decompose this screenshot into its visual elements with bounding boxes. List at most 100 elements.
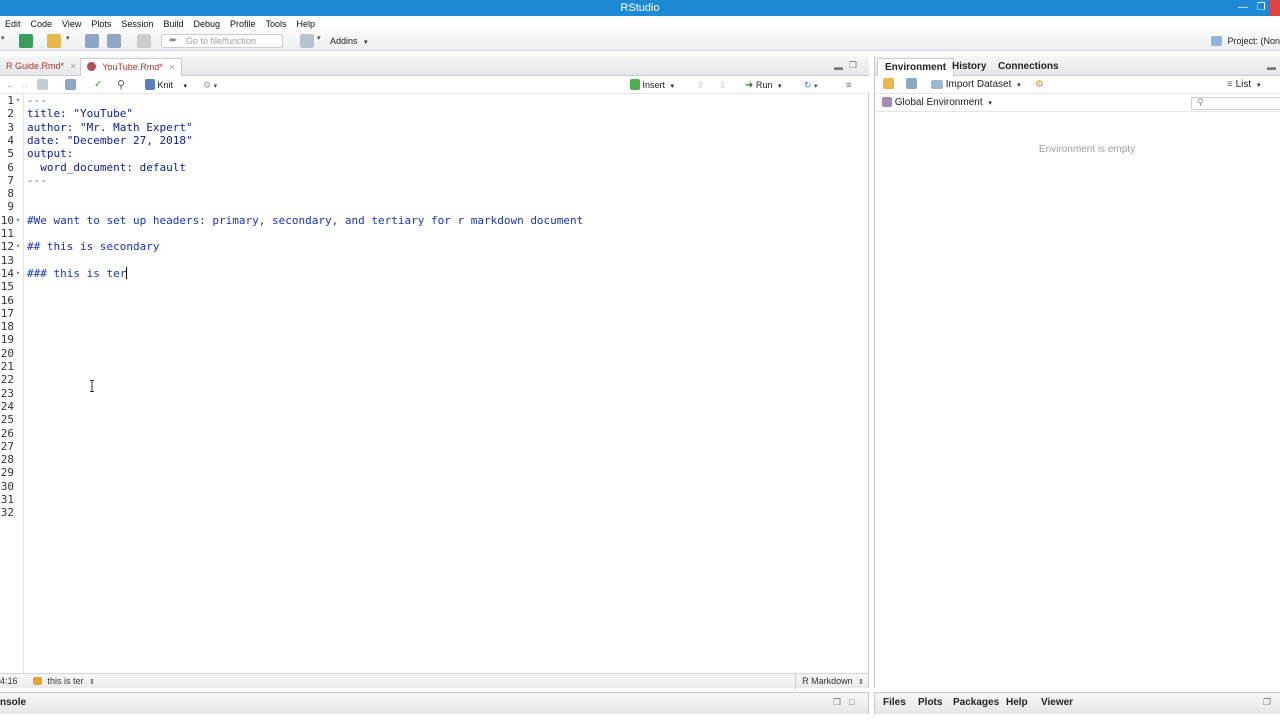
menu-profile[interactable]: Profile (225, 19, 261, 29)
line-gutter: 1 ▾ 2 3 4 5 6 7 8 9 10 ▾ 11 12 ▾ 13 14 ▾… (0, 94, 24, 673)
line-number: 22 (0, 373, 14, 387)
load-workspace-icon[interactable] (883, 76, 894, 94)
new-file-dropdown-icon[interactable]: ▾ (1, 34, 5, 42)
code-line-author: author: "Mr. Math Expert" (27, 120, 193, 134)
close-icon[interactable]: × (71, 61, 76, 71)
tab-viewer[interactable]: Viewer (1041, 697, 1073, 708)
document-outline-icon[interactable]: ≡ (846, 76, 851, 94)
code-line: --- (27, 173, 47, 187)
save-all-icon[interactable] (107, 34, 121, 48)
tab-youtube[interactable]: YouTube.Rmd* × (80, 58, 182, 76)
list-icon: ≡ (1227, 79, 1233, 90)
minimize-pane-icon[interactable]: ▬ (1267, 62, 1276, 72)
window-title: RStudio (620, 2, 660, 14)
restore-pane-icon[interactable]: ❐ (1263, 697, 1271, 708)
import-dropdown-icon: ▾ (1017, 82, 1021, 89)
tab-packages[interactable]: Packages (953, 697, 999, 708)
menu-build[interactable]: Build (158, 19, 188, 29)
menu-help[interactable]: Help (292, 19, 321, 29)
next-section-icon[interactable]: ⇩ (719, 76, 727, 94)
open-dropdown-icon[interactable]: ▾ (66, 34, 70, 42)
goto-placeholder: Go to file/function (186, 36, 257, 46)
rerun-icon[interactable]: ↻ ▾ (804, 76, 818, 94)
line-number: 1 (7, 94, 14, 107)
addins-menu[interactable]: Addins ▾ (330, 31, 368, 51)
tab-environment[interactable]: Environment (877, 58, 955, 76)
environment-search-input[interactable]: ⚲ (1191, 97, 1280, 110)
scope-dropdown-icon: ▾ (988, 100, 992, 107)
insert-chunk-button[interactable]: Insert ▾ (630, 76, 674, 94)
close-icon[interactable]: × (169, 62, 174, 72)
settings-gear-icon[interactable]: ⚙ ▾ (203, 76, 217, 94)
save-file-icon[interactable] (65, 76, 76, 94)
line-number: 15 (0, 280, 14, 294)
code-editor[interactable]: 1 ▾ 2 3 4 5 6 7 8 9 10 ▾ 11 12 ▾ 13 14 ▾… (0, 94, 868, 673)
clear-broom-icon[interactable]: ⚙ (1035, 76, 1044, 94)
line-number: 31 (0, 493, 14, 506)
main-toolbar: ▾ ▾ ➨ Go to file/function ▾ Addins ▾ Pro… (0, 31, 1280, 51)
line-number: 10 (0, 213, 14, 227)
goto-file-input[interactable]: ➨ Go to file/function (161, 34, 283, 48)
print-icon[interactable] (137, 34, 151, 48)
menu-debug[interactable]: Debug (188, 19, 225, 29)
tab-files[interactable]: Files (883, 697, 906, 708)
tab-label: YouTube.Rmd* (102, 62, 163, 72)
global-environment-selector[interactable]: Global Environment ▾ (882, 94, 992, 113)
restore-pane-icon[interactable]: ❐ (833, 697, 841, 708)
spellcheck-icon[interactable]: ✓ (94, 76, 102, 94)
new-project-icon[interactable] (19, 34, 33, 48)
minimize-icon[interactable]: — (1234, 0, 1252, 16)
console-bar[interactable]: nsole ❐ □ (0, 692, 869, 714)
fold-arrow-icon[interactable]: ▾ (16, 214, 20, 227)
line-number: 18 (0, 320, 14, 334)
tab-history[interactable]: History (945, 58, 993, 76)
tab-plots[interactable]: Plots (918, 697, 942, 708)
save-icon[interactable] (85, 34, 99, 48)
knit-label: Knit (157, 80, 174, 90)
menubar: Edit Code View Plots Session Build Debug… (0, 16, 1280, 31)
line-number: 19 (0, 333, 14, 347)
restore-icon[interactable]: ❐ (1252, 0, 1270, 16)
menu-tools[interactable]: Tools (261, 19, 292, 29)
menu-plots[interactable]: Plots (86, 19, 116, 29)
line-number: 9 (7, 200, 14, 214)
prev-section-icon[interactable]: ⇧ (697, 76, 705, 94)
line-number: 2 (7, 107, 14, 121)
layout-dropdown-icon[interactable]: ▾ (317, 34, 321, 42)
back-icon[interactable]: ← (6, 76, 15, 94)
import-dataset-button[interactable]: Import Dataset ▾ (931, 76, 1021, 95)
tab-connections[interactable]: Connections (991, 58, 1066, 76)
empty-environment-message: Environment is empty (1038, 144, 1136, 155)
forward-icon[interactable]: → (20, 76, 29, 94)
menu-edit[interactable]: Edit (0, 19, 26, 29)
find-replace-icon[interactable]: ⚲ (117, 76, 125, 94)
line-number: 32 (0, 506, 14, 520)
line-number: 14 (0, 266, 14, 280)
project-menu[interactable]: Project: (Non (1209, 31, 1280, 51)
line-number: 16 (0, 293, 14, 307)
run-button[interactable]: ➜ Run ▾ (745, 76, 781, 94)
fold-arrow-icon[interactable]: ▾ (16, 240, 20, 253)
line-number: 6 (7, 160, 14, 174)
show-in-window-icon[interactable] (37, 76, 48, 94)
fold-arrow-icon[interactable]: ▾ (16, 267, 20, 280)
menu-code[interactable]: Code (26, 19, 58, 29)
knit-button[interactable]: Knit ▾ (145, 76, 187, 94)
tab-help[interactable]: Help (1006, 697, 1028, 708)
tab-r-guide[interactable]: R Guide.Rmd* × (0, 58, 82, 76)
maximize-pane-icon[interactable]: □ (849, 697, 854, 707)
close-window-icon[interactable] (1270, 0, 1280, 16)
menu-session[interactable]: Session (116, 19, 158, 29)
save-workspace-icon[interactable] (906, 76, 917, 94)
open-file-icon[interactable] (47, 34, 61, 48)
editor-toolbar: ← → ✓ ⚲ Knit ▾ ⚙ ▾ Insert ▾ ⇧ ⇩ ➜ Run ▾ … (0, 76, 869, 94)
minimize-pane-icon[interactable]: ▬ (834, 62, 843, 72)
maximize-pane-icon[interactable]: ❐ (849, 60, 857, 71)
pane-layout-icon[interactable] (300, 34, 314, 48)
addins-dropdown-icon: ▾ (364, 39, 368, 46)
menu-view[interactable]: View (57, 19, 86, 29)
list-view-selector[interactable]: ≡ List ▾ (1227, 76, 1260, 95)
fold-arrow-icon[interactable]: ▾ (16, 94, 20, 107)
file-type-selector[interactable]: R Markdown ⇕ (795, 674, 864, 690)
section-navigator[interactable]: this is ter ⇕ (33, 674, 95, 690)
